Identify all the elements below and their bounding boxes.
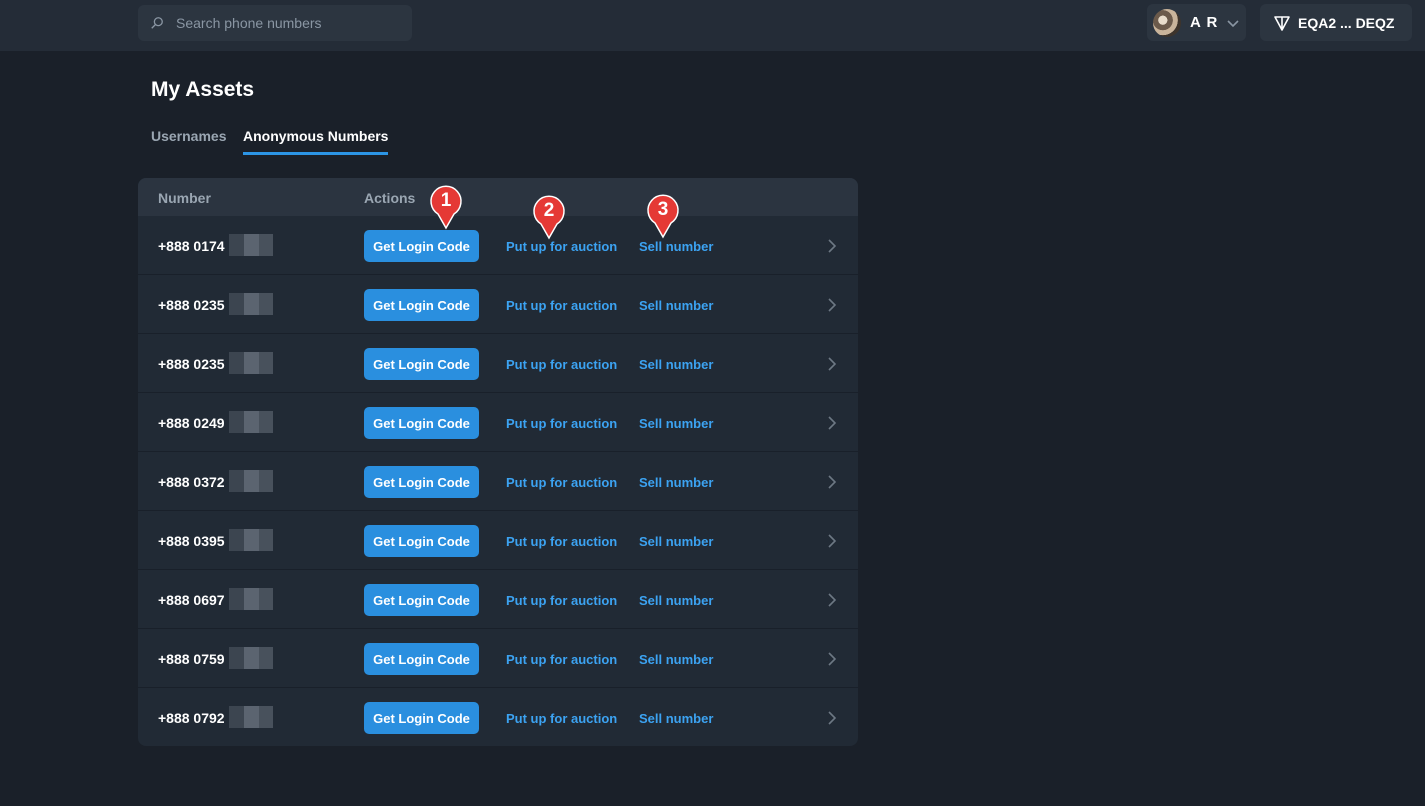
put-up-for-auction-link[interactable]: Put up for auction [506,652,617,667]
column-header-number: Number [158,190,211,206]
sell-number-link[interactable]: Sell number [639,239,713,254]
put-up-for-auction-link[interactable]: Put up for auction [506,593,617,608]
page-title: My Assets [151,78,255,101]
annotation-marker: 1 [428,184,464,230]
put-up-for-auction-link[interactable]: Put up for auction [506,534,617,549]
get-login-code-button[interactable]: Get Login Code [364,643,479,675]
get-login-code-button[interactable]: Get Login Code [364,348,479,380]
redaction-mosaic [229,293,273,315]
wallet-address: EQA2 ... DEQZ [1298,14,1395,31]
redaction-mosaic [229,706,273,728]
top-bar: A R EQA2 ... DEQZ [0,0,1425,51]
put-up-for-auction-link[interactable]: Put up for auction [506,475,617,490]
chevron-right-icon[interactable] [826,238,838,254]
chevron-right-icon[interactable] [826,592,838,608]
sell-number-link[interactable]: Sell number [639,416,713,431]
phone-number: +888 0792 [158,710,225,726]
redaction-mosaic [229,352,273,374]
search-icon [151,17,163,29]
phone-number: +888 0697 [158,592,225,608]
put-up-for-auction-link[interactable]: Put up for auction [506,416,617,431]
search-input[interactable] [176,15,396,31]
sell-number-link[interactable]: Sell number [639,298,713,313]
sell-number-link[interactable]: Sell number [639,711,713,726]
marker-number: 2 [543,200,555,221]
table-row[interactable]: +888 0372 Get Login Code Put up for auct… [138,452,858,511]
redaction-mosaic [229,411,273,433]
table-row[interactable]: +888 0174 Get Login Code Put up for auct… [138,216,858,275]
user-initials: A R [1190,14,1219,31]
chevron-down-icon [1227,19,1239,27]
scrollbar[interactable] [1411,51,1425,806]
chevron-right-icon[interactable] [826,356,838,372]
phone-number: +888 0235 [158,297,225,313]
table-row[interactable]: +888 0235 Get Login Code Put up for auct… [138,275,858,334]
table-row[interactable]: +888 0759 Get Login Code Put up for auct… [138,629,858,688]
put-up-for-auction-link[interactable]: Put up for auction [506,711,617,726]
get-login-code-button[interactable]: Get Login Code [364,702,479,734]
chevron-right-icon[interactable] [826,710,838,726]
redaction-mosaic [229,529,273,551]
get-login-code-button[interactable]: Get Login Code [364,230,479,262]
sell-number-link[interactable]: Sell number [639,652,713,667]
phone-number: +888 0174 [158,238,225,254]
tab-anonymous-numbers[interactable]: Anonymous Numbers [243,128,389,155]
chevron-right-icon[interactable] [826,651,838,667]
annotation-marker: 3 [645,193,681,239]
search-box[interactable] [138,5,412,41]
redaction-mosaic [229,647,273,669]
redaction-mosaic [229,588,273,610]
phone-number: +888 0372 [158,474,225,490]
chevron-right-icon[interactable] [826,415,838,431]
sell-number-link[interactable]: Sell number [639,475,713,490]
marker-number: 1 [440,190,452,211]
annotation-marker: 2 [531,194,567,240]
table-row[interactable]: +888 0792 Get Login Code Put up for auct… [138,688,858,746]
sell-number-link[interactable]: Sell number [639,593,713,608]
table-row[interactable]: +888 0697 Get Login Code Put up for auct… [138,570,858,629]
ton-logo-icon [1274,15,1290,31]
sell-number-link[interactable]: Sell number [639,534,713,549]
get-login-code-button[interactable]: Get Login Code [364,525,479,557]
phone-number: +888 0759 [158,651,225,667]
table-row[interactable]: +888 0395 Get Login Code Put up for auct… [138,511,858,570]
numbers-table: Number Actions +888 0174 Get Login Code … [138,178,858,746]
chevron-right-icon[interactable] [826,474,838,490]
user-menu-button[interactable]: A R [1147,4,1246,41]
chevron-right-icon[interactable] [826,533,838,549]
get-login-code-button[interactable]: Get Login Code [364,466,479,498]
marker-number: 3 [657,199,669,220]
column-header-actions: Actions [364,190,416,206]
tab-usernames[interactable]: Usernames [151,128,227,155]
put-up-for-auction-link[interactable]: Put up for auction [506,357,617,372]
get-login-code-button[interactable]: Get Login Code [364,289,479,321]
phone-number: +888 0395 [158,533,225,549]
table-row[interactable]: +888 0235 Get Login Code Put up for auct… [138,334,858,393]
redaction-mosaic [229,234,273,256]
get-login-code-button[interactable]: Get Login Code [364,407,479,439]
phone-number: +888 0249 [158,415,225,431]
redaction-mosaic [229,470,273,492]
sell-number-link[interactable]: Sell number [639,357,713,372]
put-up-for-auction-link[interactable]: Put up for auction [506,239,617,254]
table-header: Number Actions [138,178,858,216]
avatar [1153,8,1181,37]
wallet-button[interactable]: EQA2 ... DEQZ [1260,4,1412,41]
get-login-code-button[interactable]: Get Login Code [364,584,479,616]
phone-number: +888 0235 [158,356,225,372]
table-row[interactable]: +888 0249 Get Login Code Put up for auct… [138,393,858,452]
chevron-right-icon[interactable] [826,297,838,313]
put-up-for-auction-link[interactable]: Put up for auction [506,298,617,313]
